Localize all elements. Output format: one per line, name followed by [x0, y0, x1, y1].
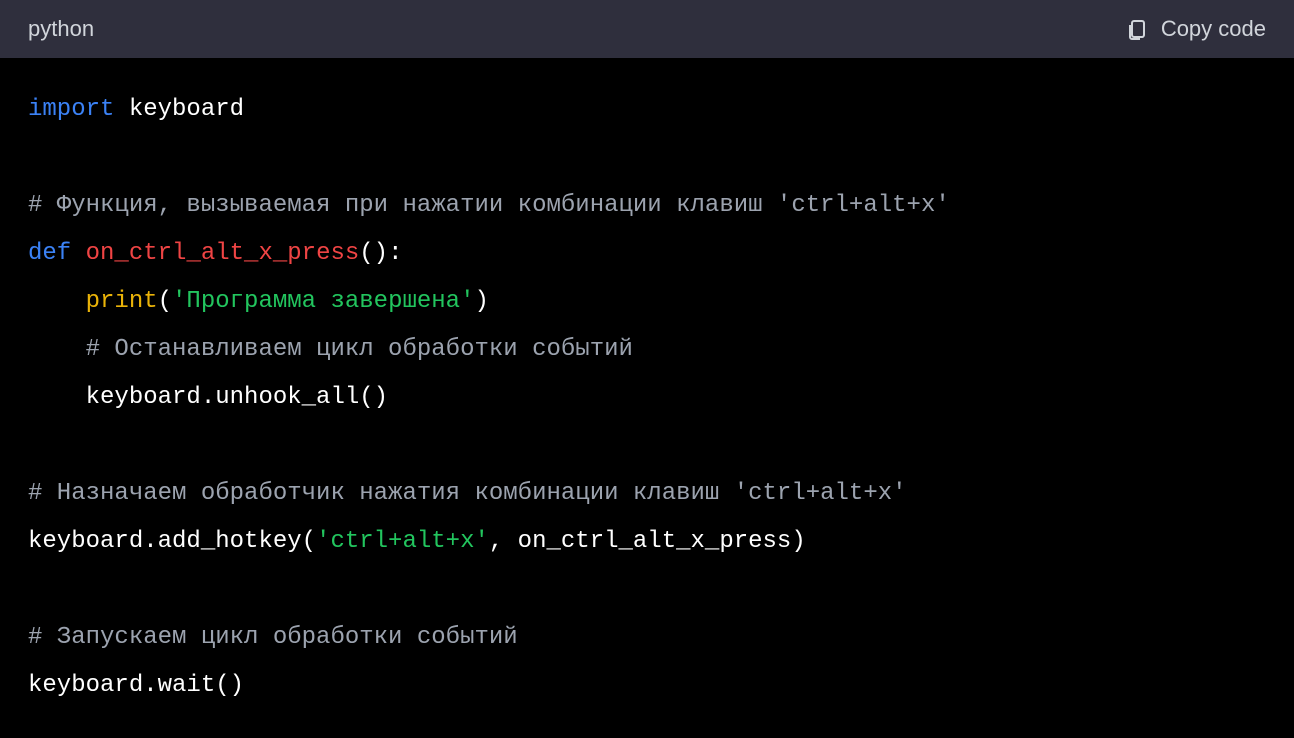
- code-token: (: [158, 288, 172, 315]
- code-token: 'Программа завершена': [172, 288, 474, 315]
- code-token: on_ctrl_alt_x_press: [86, 240, 360, 267]
- clipboard-icon: [1125, 17, 1149, 41]
- code-token: ():: [359, 240, 402, 267]
- code-token: # Функция, вызываемая при нажатии комбин…: [28, 192, 950, 219]
- code-token: ): [474, 288, 488, 315]
- copy-code-label: Copy code: [1161, 16, 1266, 42]
- code-token: keyboard.add_hotkey(: [28, 528, 316, 555]
- code-block: python Copy code import keyboard # Функц…: [0, 0, 1294, 738]
- code-token: import: [28, 96, 114, 123]
- language-label: python: [28, 16, 94, 42]
- code-token: # Запускаем цикл обработки событий: [28, 624, 518, 651]
- code-token: # Назначаем обработчик нажатия комбинаци…: [28, 480, 907, 507]
- code-token: keyboard.unhook_all(): [28, 384, 388, 411]
- code-content[interactable]: import keyboard # Функция, вызываемая пр…: [28, 86, 1266, 710]
- code-token: print: [86, 288, 158, 315]
- code-token: 'ctrl+alt+x': [316, 528, 489, 555]
- code-token: [28, 288, 86, 315]
- code-token: keyboard: [114, 96, 244, 123]
- code-token: [71, 240, 85, 267]
- code-token: # Останавливаем цикл обработки событий: [86, 336, 633, 363]
- code-token: , on_ctrl_alt_x_press): [489, 528, 806, 555]
- code-body: import keyboard # Функция, вызываемая пр…: [0, 58, 1294, 738]
- code-header: python Copy code: [0, 0, 1294, 58]
- code-token: keyboard.wait(): [28, 672, 244, 699]
- code-token: def: [28, 240, 71, 267]
- copy-code-button[interactable]: Copy code: [1125, 16, 1266, 42]
- code-token: [28, 336, 86, 363]
